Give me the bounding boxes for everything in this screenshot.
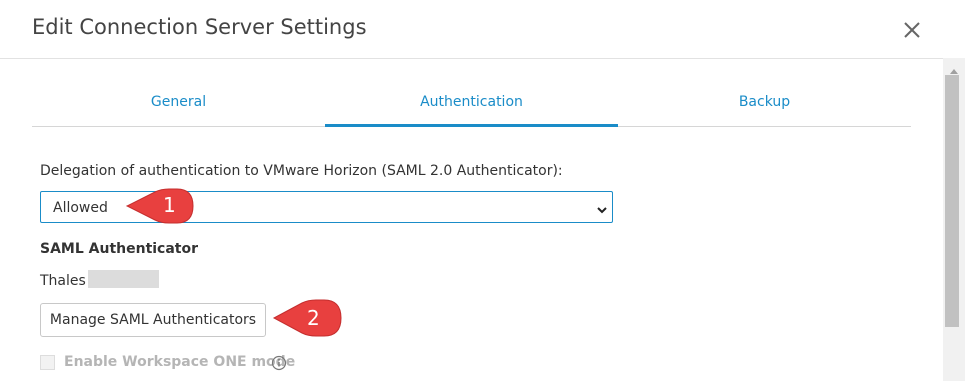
- workspace-one-checkbox[interactable]: [40, 355, 55, 370]
- callout-1: 1: [125, 186, 197, 226]
- tab-bar: General Authentication Backup: [32, 80, 911, 127]
- delegation-select-value: Allowed: [53, 200, 108, 216]
- info-icon[interactable]: [271, 355, 287, 375]
- callout-2: 2: [272, 297, 344, 339]
- tab-backup[interactable]: Backup: [618, 80, 911, 124]
- callout-1-number: 1: [163, 193, 176, 217]
- callout-2-number: 2: [307, 306, 320, 330]
- close-icon[interactable]: [899, 17, 925, 43]
- workspace-one-label: Enable Workspace ONE mode: [64, 354, 296, 370]
- redacted-text: [88, 270, 159, 288]
- tab-authentication[interactable]: Authentication: [325, 80, 618, 127]
- chevron-down-icon: [596, 201, 608, 220]
- manage-saml-authenticators-button[interactable]: Manage SAML Authenticators: [40, 303, 266, 337]
- saml-heading: SAML Authenticator: [40, 241, 199, 257]
- delegation-label: Delegation of authentication to VMware H…: [40, 163, 563, 179]
- dialog-header: Edit Connection Server Settings: [0, 0, 965, 59]
- scrollbar-thumb[interactable]: [945, 75, 959, 327]
- tab-general[interactable]: General: [32, 80, 325, 124]
- scroll-up-icon[interactable]: [947, 62, 961, 74]
- dialog-title: Edit Connection Server Settings: [32, 15, 367, 39]
